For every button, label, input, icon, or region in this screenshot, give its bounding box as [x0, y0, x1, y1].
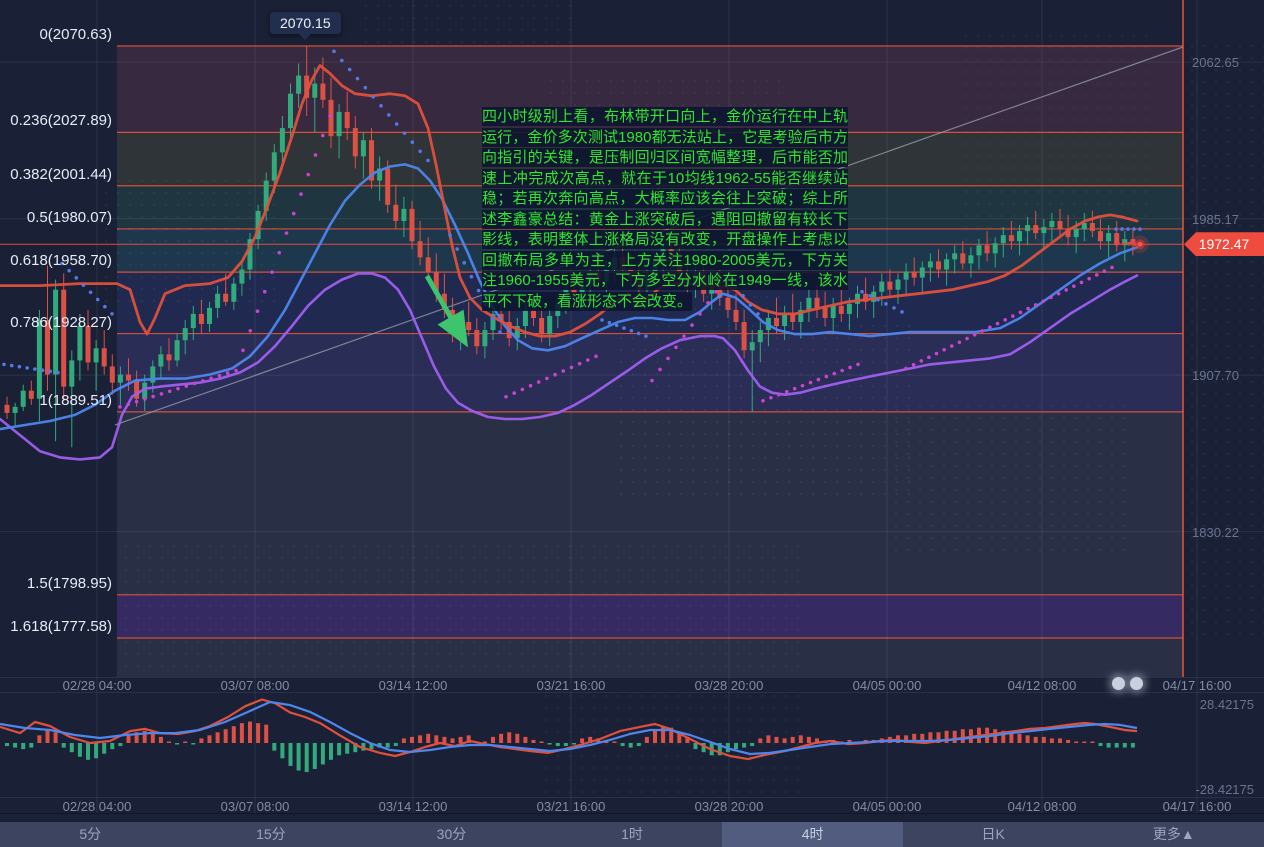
x-axis-label-macd: 03/28 20:00: [669, 799, 789, 814]
x-axis-label: 03/28 20:00: [669, 678, 789, 693]
tab-4hour[interactable]: 4时: [722, 822, 903, 847]
x-axis-label-macd: 03/07 08:00: [195, 799, 315, 814]
x-axis-label-macd: 02/28 04:00: [37, 799, 157, 814]
x-axis-label-macd: 04/05 00:00: [827, 799, 947, 814]
divider: [0, 692, 1264, 693]
x-axis-label: 04/17 16:00: [1137, 678, 1257, 693]
x-axis-label: 03/07 08:00: [195, 678, 315, 693]
last-price-tag: 1972.47: [1184, 232, 1264, 256]
annotation-text: 四小时级别上看，布林带开口向上，金价运行在中上轨运行，金价多次测试1980都无法…: [482, 107, 848, 311]
macd-min-label: -28.42175: [1130, 782, 1254, 797]
x-axis-label-macd: 03/14 12:00: [353, 799, 473, 814]
y-axis-label: 1830.22: [1192, 525, 1239, 540]
x-axis-label: 03/21 16:00: [511, 678, 631, 693]
fib-label-05: 0.5(1980.07): [0, 209, 112, 226]
nav-dot-icon[interactable]: [1112, 677, 1125, 690]
fib-label-15: 1.5(1798.95): [0, 575, 112, 592]
trading-app: { "tooltip": {"text": "2070.15", "x": 30…: [0, 0, 1264, 847]
timeframe-toolbar: 5分 15分 30分 1时 4时 日K 更多▲: [0, 822, 1264, 847]
fib-label-1: 1(1889.51): [0, 392, 112, 409]
tab-30min[interactable]: 30分: [361, 822, 542, 847]
macd-max-label: 28.42175: [1130, 697, 1254, 712]
y-axis-label: 1985.17: [1192, 212, 1239, 227]
peak-price-tooltip: 2070.15: [270, 12, 341, 34]
divider: [0, 677, 1264, 678]
divider: [0, 813, 1264, 814]
tab-1hour[interactable]: 1时: [542, 822, 723, 847]
fib-label-1618: 1.618(1777.58): [0, 618, 112, 635]
x-axis-label: 02/28 04:00: [37, 678, 157, 693]
x-axis-label: 03/14 12:00: [353, 678, 473, 693]
fib-label-0786: 0.786(1928.27): [0, 314, 112, 331]
tab-daily[interactable]: 日K: [903, 822, 1084, 847]
y-axis-label: 1907.70: [1192, 368, 1239, 383]
x-axis-label-macd: 03/21 16:00: [511, 799, 631, 814]
fib-label-0382: 0.382(2001.44): [0, 166, 112, 183]
divider: [0, 797, 1264, 798]
analyst-annotation: 四小时级别上看，布林带开口向上，金价运行在中上轨运行，金价多次测试1980都无法…: [482, 107, 848, 312]
tab-more[interactable]: 更多▲: [1083, 822, 1264, 847]
y-axis-label: 2062.65: [1192, 55, 1239, 70]
x-axis-label-macd: 04/12 08:00: [982, 799, 1102, 814]
nav-dot-icon[interactable]: [1130, 677, 1143, 690]
x-axis-label: 04/05 00:00: [827, 678, 947, 693]
fib-label-0618: 0.618(1958.70): [0, 252, 112, 269]
tab-15min[interactable]: 15分: [181, 822, 362, 847]
tab-5min[interactable]: 5分: [0, 822, 181, 847]
fib-label-0: 0(2070.63): [0, 26, 112, 43]
fib-label-0236: 0.236(2027.89): [0, 112, 112, 129]
x-axis-label: 04/12 08:00: [982, 678, 1102, 693]
x-axis-label-macd: 04/17 16:00: [1137, 799, 1257, 814]
